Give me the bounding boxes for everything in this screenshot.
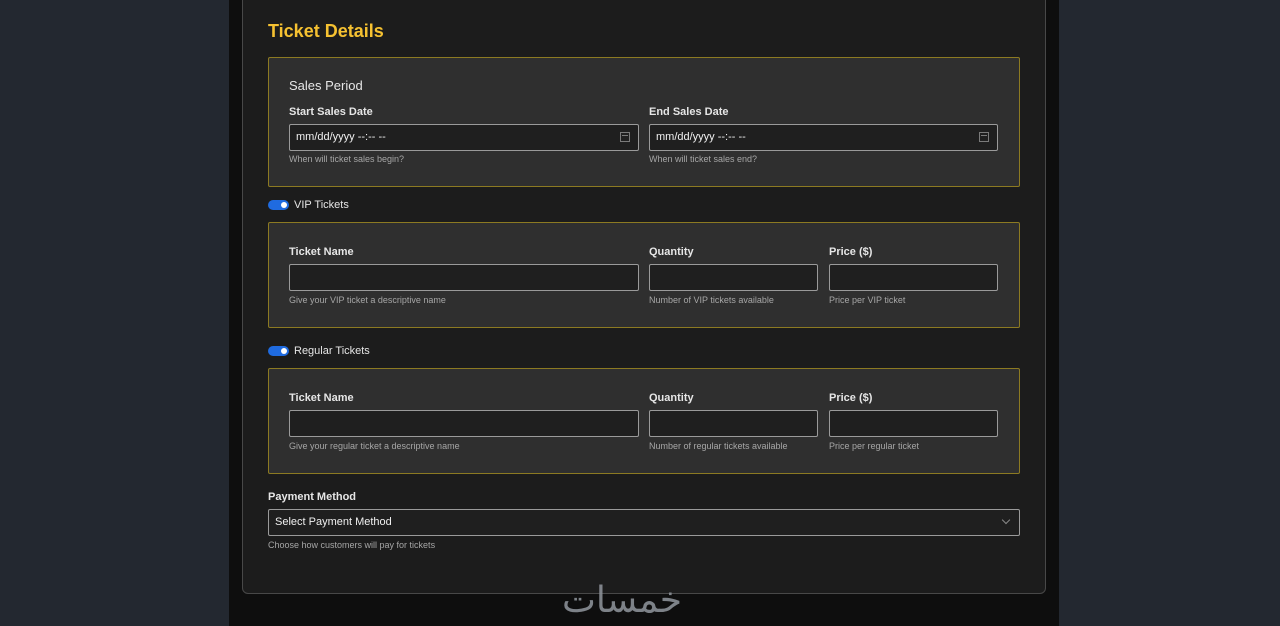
vip-price-help: Price per VIP ticket: [829, 295, 906, 305]
vip-quantity-help: Number of VIP tickets available: [649, 295, 774, 305]
regular-price-input[interactable]: [829, 410, 998, 437]
end-date-placeholder: mm/dd/yyyy --:-- --: [656, 131, 746, 143]
start-date-label: Start Sales Date: [289, 106, 373, 118]
vip-toggle-row[interactable]: VIP Tickets: [268, 199, 349, 211]
end-date-input[interactable]: mm/dd/yyyy --:-- --: [649, 124, 998, 151]
regular-tickets-section: Ticket Name Give your regular ticket a d…: [268, 368, 1020, 474]
page-title: Ticket Details: [268, 21, 384, 41]
regular-price-help: Price per regular ticket: [829, 441, 920, 451]
vip-price-input[interactable]: [829, 264, 998, 291]
calendar-icon[interactable]: [979, 132, 989, 142]
regular-quantity-label: Quantity: [649, 392, 694, 404]
regular-name-help: Give your regular ticket a descriptive n…: [289, 441, 460, 451]
end-date-label: End Sales Date: [649, 106, 729, 118]
watermark-logo: خمسات: [562, 580, 683, 621]
vip-toggle-switch[interactable]: [268, 200, 289, 210]
start-date-input[interactable]: mm/dd/yyyy --:-- --: [289, 124, 639, 151]
sales-period-section: Sales Period Start Sales Date mm/dd/yyyy…: [268, 57, 1020, 187]
payment-method-help: Choose how customers will pay for ticket…: [268, 540, 436, 550]
start-date-placeholder: mm/dd/yyyy --:-- --: [296, 131, 386, 143]
toggle-knob: [281, 202, 287, 208]
payment-method-value: Select Payment Method: [275, 516, 392, 528]
vip-quantity-label: Quantity: [649, 246, 694, 258]
payment-method-select[interactable]: Select Payment Method: [268, 509, 1020, 536]
regular-name-label: Ticket Name: [289, 392, 354, 404]
end-date-help: When will ticket sales end?: [649, 154, 758, 164]
regular-toggle-switch[interactable]: [268, 346, 289, 356]
vip-name-label: Ticket Name: [289, 246, 354, 258]
regular-name-input[interactable]: [289, 410, 639, 437]
vip-quantity-input[interactable]: [649, 264, 818, 291]
regular-quantity-help: Number of regular tickets available: [649, 441, 788, 451]
vip-name-input[interactable]: [289, 264, 639, 291]
calendar-icon[interactable]: [620, 132, 630, 142]
vip-name-help: Give your VIP ticket a descriptive name: [289, 295, 446, 305]
vip-tickets-section: Ticket Name Give your VIP ticket a descr…: [268, 222, 1020, 328]
sales-period-title: Sales Period: [289, 78, 363, 93]
regular-quantity-input[interactable]: [649, 410, 818, 437]
regular-toggle-label: Regular Tickets: [294, 345, 370, 357]
payment-method-label: Payment Method: [268, 491, 357, 503]
start-date-help: When will ticket sales begin?: [289, 154, 405, 164]
vip-toggle-label: VIP Tickets: [294, 199, 349, 211]
regular-toggle-row[interactable]: Regular Tickets: [268, 345, 370, 357]
vip-price-label: Price ($): [829, 246, 873, 258]
chevron-down-icon: [1001, 515, 1011, 525]
regular-price-label: Price ($): [829, 392, 873, 404]
toggle-knob: [281, 348, 287, 354]
